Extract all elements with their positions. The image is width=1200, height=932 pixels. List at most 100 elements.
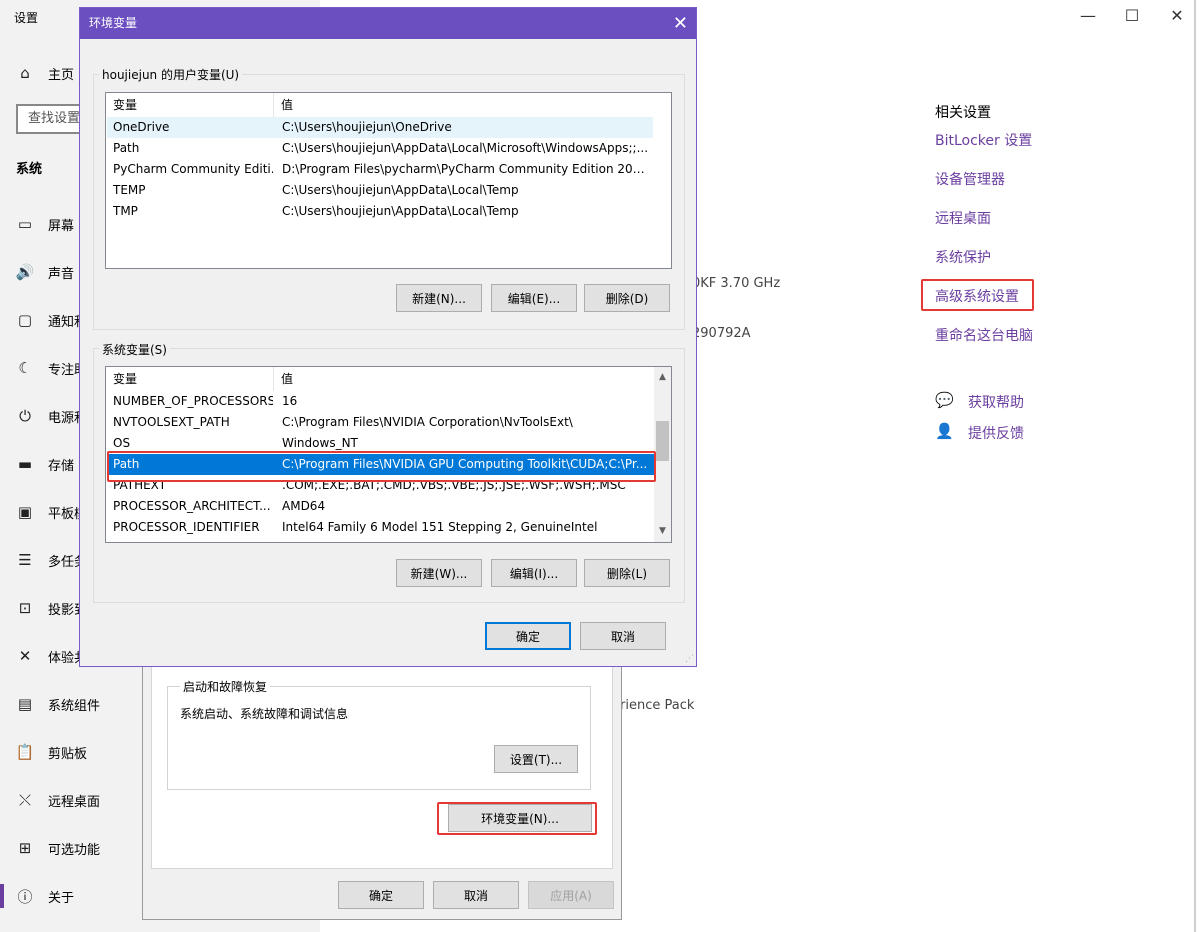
nav-item-projecting[interactable]: ⊡ 投影到: [16, 596, 87, 620]
startup-recovery-label: 启动和故障恢复: [180, 678, 271, 695]
about-icon: ⓘ: [17, 887, 33, 906]
close-window-button[interactable]: ✕: [1167, 6, 1187, 25]
nav-item-power[interactable]: ⏻ 电源和: [16, 404, 87, 428]
sysprop-cancel-button[interactable]: 取消: [433, 881, 519, 909]
sys-col-variable[interactable]: 变量: [106, 367, 274, 391]
nav-item-display[interactable]: ▭ 屏幕: [16, 212, 74, 236]
nav-item-label: 远程桌面: [48, 794, 101, 810]
projecting-icon: ⊡: [18, 599, 32, 617]
sys-delete-button[interactable]: 删除(L): [584, 559, 670, 587]
search-placeholder: 查找设置: [28, 111, 81, 126]
resize-grip-icon[interactable]: ⋰: [685, 654, 694, 664]
system-protection-link[interactable]: 系统保护: [935, 247, 991, 267]
sys-new-button[interactable]: 新建(W)...: [396, 559, 482, 587]
nav-item-system-components[interactable]: ▤ 系统组件: [16, 692, 100, 716]
var-value: C:\Program Files\NVIDIA Corporation\NvTo…: [282, 415, 573, 429]
environment-variables-dialog: 环境变量 ✕ houjiejun 的用户变量(U) 变量 值 OneDrive C…: [79, 7, 697, 667]
startup-settings-button[interactable]: 设置(T)...: [494, 745, 578, 773]
nav-item-focus-assist[interactable]: ☾ 专注助: [16, 356, 87, 380]
user-new-button[interactable]: 新建(N)...: [396, 284, 482, 312]
clipboard-icon: 📋: [15, 743, 35, 761]
nav-item-shared-experiences[interactable]: ✕ 体验共: [16, 644, 87, 668]
nav-item-clipboard[interactable]: 📋 剪贴板: [16, 740, 87, 764]
sys-col-value[interactable]: 值: [275, 367, 293, 391]
var-name: PyCharm Community Editi...: [113, 162, 273, 176]
close-icon[interactable]: ✕: [673, 8, 688, 39]
env-cancel-button[interactable]: 取消: [580, 622, 666, 650]
sys-vars-label: 系统变量(S): [99, 341, 170, 358]
sys-var-row[interactable]: PROCESSOR_ARCHITECT... AMD64: [107, 496, 655, 517]
scroll-up-icon[interactable]: ▲: [654, 369, 671, 386]
scroll-thumb[interactable]: [656, 421, 669, 461]
cpu-speed-text: 0KF 3.70 GHz: [692, 276, 781, 291]
display-icon: ▭: [17, 215, 33, 233]
nav-item-about[interactable]: ⓘ 关于: [16, 884, 74, 908]
scroll-down-icon[interactable]: ▼: [654, 523, 671, 540]
env-ok-button[interactable]: 确定: [485, 622, 571, 650]
highlight-path-row: [107, 451, 656, 482]
user-var-row[interactable]: OneDrive C:\Users\houjiejun\OneDrive: [107, 117, 653, 138]
shared-experiences-icon: ✕: [18, 647, 32, 665]
sysprop-ok-button[interactable]: 确定: [338, 881, 424, 909]
var-value: D:\Program Files\pycharm\PyCharm Communi…: [282, 162, 652, 176]
var-value: 16: [282, 394, 298, 408]
nav-item-label: 存储: [48, 458, 75, 474]
page-scrollbar[interactable]: [1194, 0, 1196, 932]
user-vars-list[interactable]: 变量 值 OneDrive C:\Users\houjiejun\OneDrive…: [105, 92, 672, 269]
nav-item-remote-desktop[interactable]: ⤬ 远程桌面: [16, 788, 100, 812]
minimize-button[interactable]: —: [1078, 6, 1098, 25]
get-help-link[interactable]: 获取帮助: [968, 392, 1024, 412]
feedback-link[interactable]: 提供反馈: [968, 423, 1024, 443]
power-icon: ⏻: [19, 407, 31, 425]
focus-assist-icon: ☾: [18, 359, 32, 377]
sys-edit-button[interactable]: 编辑(I)...: [491, 559, 577, 587]
nav-item-notification[interactable]: ▢ 通知和: [16, 308, 87, 332]
user-vars-header: 变量 值: [106, 93, 671, 117]
var-name: PROCESSOR_ARCHITECT...: [113, 499, 271, 513]
nav-item-tablet[interactable]: ▣ 平板模: [16, 500, 87, 524]
user-var-row[interactable]: PyCharm Community Editi... D:\Program Fil…: [107, 159, 653, 180]
user-edit-button[interactable]: 编辑(E)...: [491, 284, 577, 312]
nav-item-multitasking[interactable]: ☰ 多任务: [16, 548, 87, 572]
product-id-text: 290792A: [692, 326, 751, 341]
system-properties-dialog: 启动和故障恢复 系统启动、系统故障和调试信息 设置(T)... 环境变量(N).…: [142, 640, 622, 920]
user-col-value[interactable]: 值: [275, 93, 293, 117]
nav-item-optional-features[interactable]: ⊞ 可选功能: [16, 836, 100, 860]
nav-item-label: 屏幕: [48, 218, 75, 234]
sound-icon: 🔊: [15, 263, 35, 281]
notification-icon: ▢: [17, 311, 33, 329]
env-dialog-titlebar: 环境变量 ✕: [80, 8, 696, 39]
user-col-variable[interactable]: 变量: [106, 93, 274, 117]
home-icon: ⌂: [20, 64, 30, 82]
var-value: C:\Users\houjiejun\AppData\Local\Temp: [282, 183, 519, 197]
nav-item-label: 声音: [48, 266, 75, 282]
nav-item-sound[interactable]: 🔊 声音: [16, 260, 74, 284]
nav-item-storage[interactable]: ▬ 存储: [16, 452, 74, 476]
user-var-row[interactable]: TEMP C:\Users\houjiejun\AppData\Local\Tem…: [107, 180, 653, 201]
maximize-button[interactable]: ☐: [1122, 6, 1142, 25]
bitlocker-link[interactable]: BitLocker 设置: [935, 130, 1032, 150]
device-manager-link[interactable]: 设备管理器: [935, 169, 1005, 189]
user-delete-button[interactable]: 删除(D): [584, 284, 670, 312]
nav-home[interactable]: ⌂ 主页: [16, 61, 74, 85]
var-value: C:\Users\houjiejun\AppData\Local\Temp: [282, 204, 519, 218]
related-settings-title: 相关设置: [935, 105, 991, 121]
optional-features-icon: ⊞: [18, 839, 32, 857]
user-var-row[interactable]: Path C:\Users\houjiejun\AppData\Local\Mic…: [107, 138, 653, 159]
user-vars-label: houjiejun 的用户变量(U): [99, 66, 243, 83]
env-dialog-title: 环境变量: [89, 16, 138, 30]
tablet-icon: ▣: [17, 503, 33, 521]
sys-var-row[interactable]: NUMBER_OF_PROCESSORS 16: [107, 391, 655, 412]
var-value: AMD64: [282, 499, 326, 513]
user-var-row[interactable]: TMP C:\Users\houjiejun\AppData\Local\Temp: [107, 201, 653, 222]
var-name: Path: [113, 141, 140, 155]
rename-pc-link[interactable]: 重命名这台电脑: [935, 325, 1033, 345]
highlight-advanced-settings: [921, 279, 1034, 311]
settings-window-title: 设置: [14, 11, 39, 25]
sys-vars-scrollbar[interactable]: ▲ ▼: [654, 367, 671, 542]
sys-var-row[interactable]: NVTOOLSEXT_PATH C:\Program Files\NVIDIA C…: [107, 412, 655, 433]
sysprop-apply-button[interactable]: 应用(A): [528, 881, 614, 909]
sys-var-row[interactable]: PROCESSOR_IDENTIFIER Intel64 Family 6 Mod…: [107, 517, 655, 538]
remote-desktop-link[interactable]: 远程桌面: [935, 208, 991, 228]
var-value: C:\Users\houjiejun\OneDrive: [282, 120, 452, 134]
